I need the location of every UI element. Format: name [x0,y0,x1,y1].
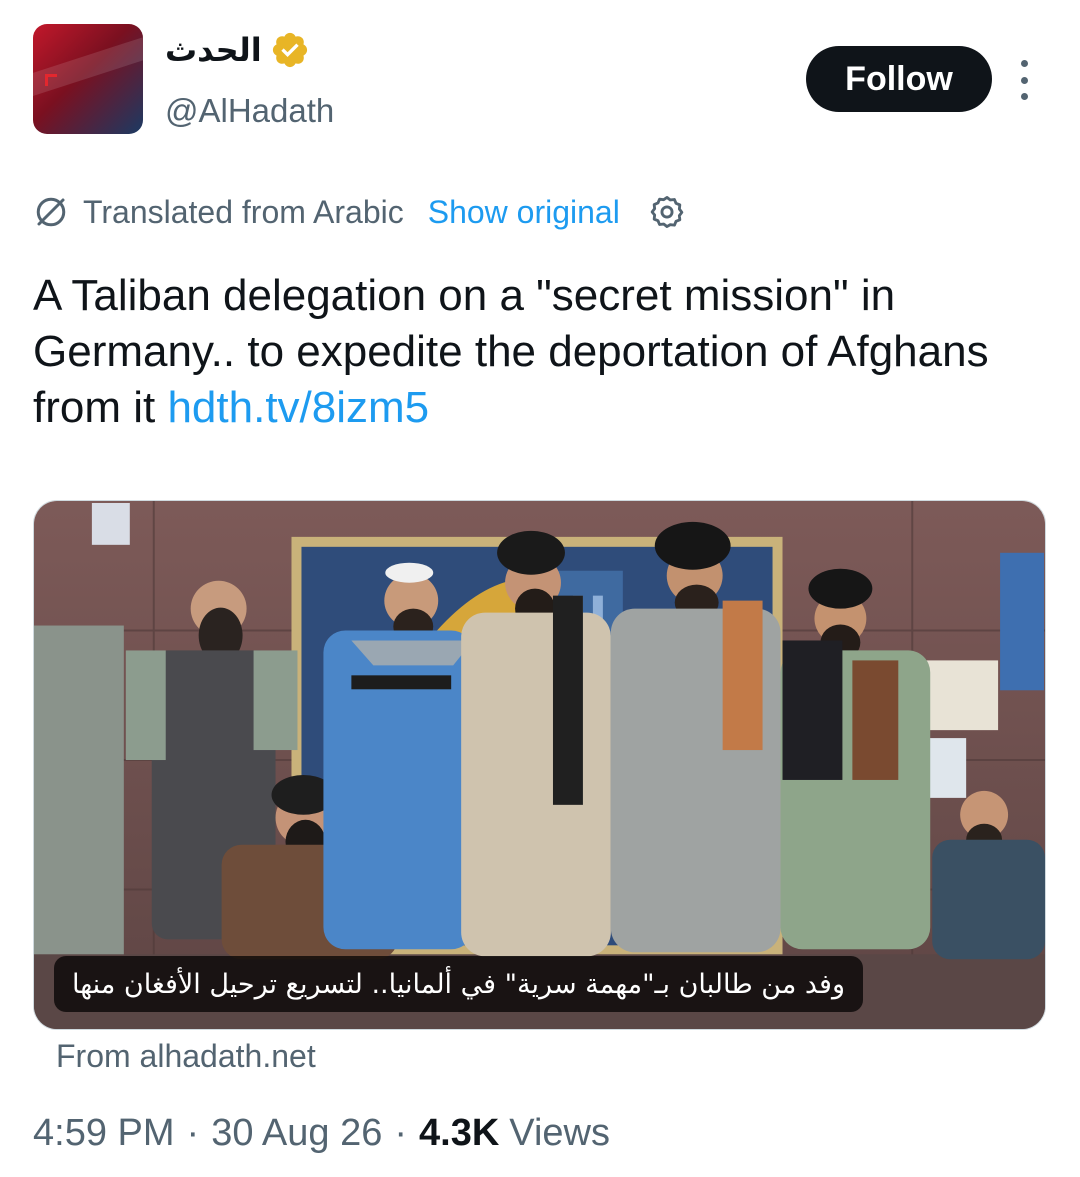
separator-dot: · [394,1112,408,1154]
gear-icon[interactable] [648,193,686,231]
more-options-icon[interactable] [1012,60,1036,100]
more-dot [1020,93,1028,100]
views-count: 4.3K [419,1112,500,1154]
tweet-link[interactable]: hdth.tv/8izm5 [167,383,429,432]
tweet-text: A Taliban delegation on a "secret missio… [33,268,1043,436]
link-source[interactable]: From alhadath.net [56,1038,316,1075]
tweet-date[interactable]: 30 Aug 26 [211,1112,382,1155]
image-caption: وفد من طالبان بـ"مهمة سرية" في ألمانيا..… [54,956,864,1012]
show-original-link[interactable]: Show original [428,194,620,231]
more-dot [1020,76,1028,84]
views-label: Views [509,1112,610,1154]
author-name-row[interactable]: الحدث [165,26,310,74]
tweet-time[interactable]: 4:59 PM [33,1112,175,1155]
separator-dot: · [186,1112,200,1154]
translation-bar: Translated from Arabic Show original [33,188,686,236]
follow-button[interactable]: Follow [806,46,992,112]
translate-icon [36,197,66,227]
news-photo[interactable] [34,501,1045,1029]
verified-badge-icon [272,32,307,68]
more-dot [1020,60,1028,67]
media-card[interactable]: وفد من طالبان بـ"مهمة سرية" في ألمانيا..… [33,500,1046,1030]
translated-label: Translated from Arabic [83,193,404,230]
tweet-meta: 4:59 PM · 30 Aug 26 · 4.3K Views [33,1112,610,1155]
avatar-logo-mark [45,74,57,86]
author-display-name[interactable]: الحدث [165,31,262,69]
author-avatar[interactable] [33,24,143,134]
avatar-stripe [33,29,143,101]
author-handle[interactable]: @AlHadath [165,92,334,130]
